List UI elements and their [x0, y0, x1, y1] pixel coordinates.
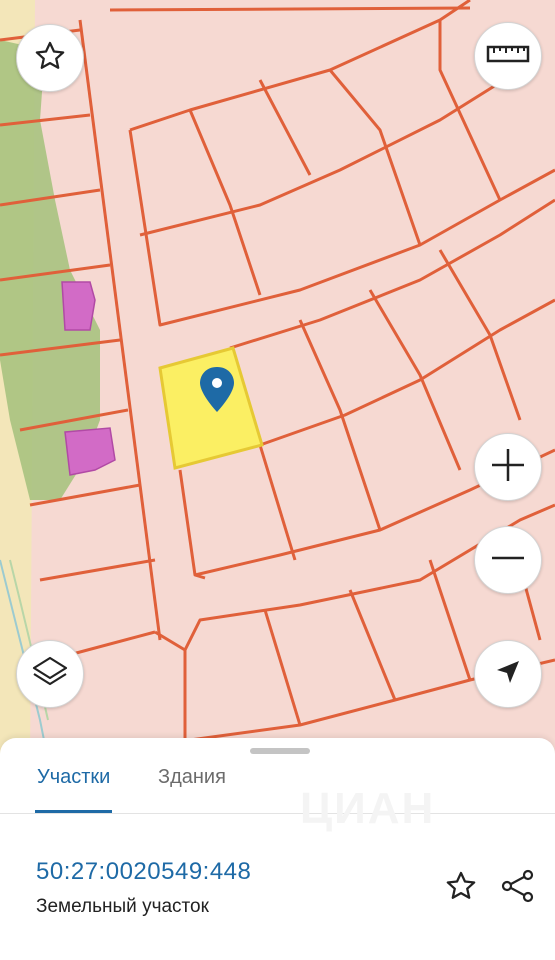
favorite-button[interactable] [441, 868, 481, 908]
bottom-sheet: Участки Здания ЦИАН 50:27:0020549:448 Зе… [0, 738, 555, 960]
map-favorite-button[interactable] [16, 24, 84, 92]
tab-buildings-label: Здания [158, 766, 226, 788]
share-button[interactable] [498, 868, 538, 908]
map-view[interactable] [0, 0, 555, 770]
cadastral-number[interactable]: 50:27:0020549:448 [36, 858, 251, 886]
map-canvas[interactable] [0, 0, 555, 770]
locate-button[interactable] [474, 640, 542, 708]
star-outline-icon [33, 39, 67, 78]
active-tab-indicator [35, 810, 113, 813]
zoom-out-button[interactable] [474, 526, 542, 594]
parcel-type: Земельный участок [36, 896, 209, 917]
tab-parcels-label: Участки [37, 766, 111, 788]
building [61, 281, 96, 331]
ruler-icon [486, 42, 530, 71]
ruler-button[interactable] [474, 22, 542, 90]
tab-buildings[interactable]: Здания [158, 760, 226, 813]
zoom-in-button[interactable] [474, 433, 542, 501]
minus-icon [488, 538, 528, 583]
sheet-drag-handle[interactable] [250, 748, 310, 754]
share-icon [500, 868, 536, 909]
navigation-arrow-icon [493, 657, 523, 692]
star-outline-icon [444, 869, 478, 908]
watermark: ЦИАН [300, 784, 436, 833]
tab-bar: Участки Здания [0, 760, 555, 814]
tab-parcels[interactable]: Участки [35, 760, 113, 813]
layers-button[interactable] [16, 640, 84, 708]
layers-icon [30, 652, 70, 697]
plus-icon [488, 445, 528, 490]
